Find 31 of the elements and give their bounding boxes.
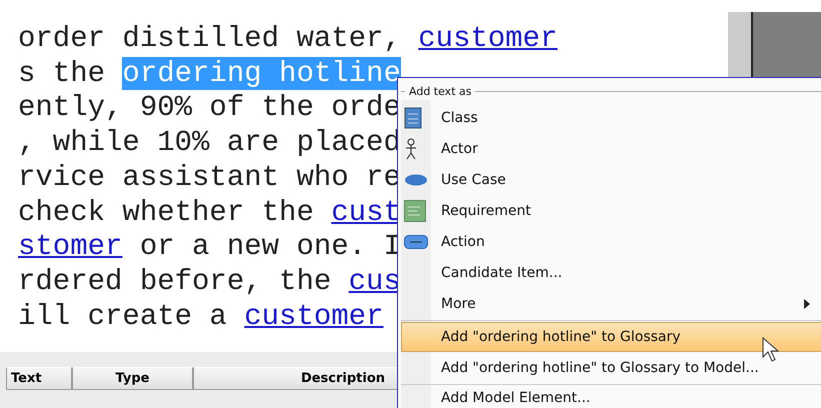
link[interactable]: stomer bbox=[18, 230, 122, 264]
editor-text: ill create a bbox=[18, 300, 228, 333]
link[interactable]: cus bbox=[348, 264, 401, 298]
link[interactable]: customer bbox=[418, 22, 558, 55]
menu-item[interactable]: Add "ordering hotline" to Glossary bbox=[401, 322, 821, 352]
class-icon bbox=[404, 106, 422, 128]
link[interactable]: customer bbox=[244, 300, 384, 333]
submenu-arrow-icon bbox=[804, 298, 810, 308]
column-header[interactable]: Text bbox=[6, 367, 72, 390]
menu-header: Add text as bbox=[409, 84, 472, 98]
link[interactable]: cust bbox=[331, 196, 401, 229]
menu-item[interactable]: Candidate Item... bbox=[401, 257, 821, 288]
editor-text: s the bbox=[18, 56, 106, 90]
menu-item[interactable]: Action bbox=[401, 226, 821, 257]
selected-text: ordering hotline bbox=[122, 56, 401, 90]
editor-text: check whether the bbox=[18, 196, 315, 229]
editor-text: rdered before, the bbox=[18, 264, 332, 298]
column-header[interactable]: Type bbox=[72, 367, 193, 390]
mouse-pointer-icon bbox=[762, 337, 780, 363]
editor-text: or a new one. I bbox=[138, 230, 401, 264]
menu-item[interactable]: Requirement bbox=[401, 195, 821, 226]
ellipse-icon bbox=[404, 174, 428, 186]
stick-figure-icon bbox=[404, 138, 418, 160]
editor-text: order distilled water, bbox=[18, 22, 402, 55]
requirement-icon bbox=[404, 200, 426, 222]
menu-item[interactable]: Class bbox=[401, 102, 821, 133]
menu-item[interactable]: Use Case bbox=[401, 164, 821, 195]
editor-text: ently, 90% of the orde bbox=[18, 91, 401, 124]
menu-item[interactable]: More bbox=[401, 288, 821, 319]
rounded-rectangle-icon bbox=[404, 234, 428, 248]
menu-item[interactable]: Actor bbox=[401, 133, 821, 164]
